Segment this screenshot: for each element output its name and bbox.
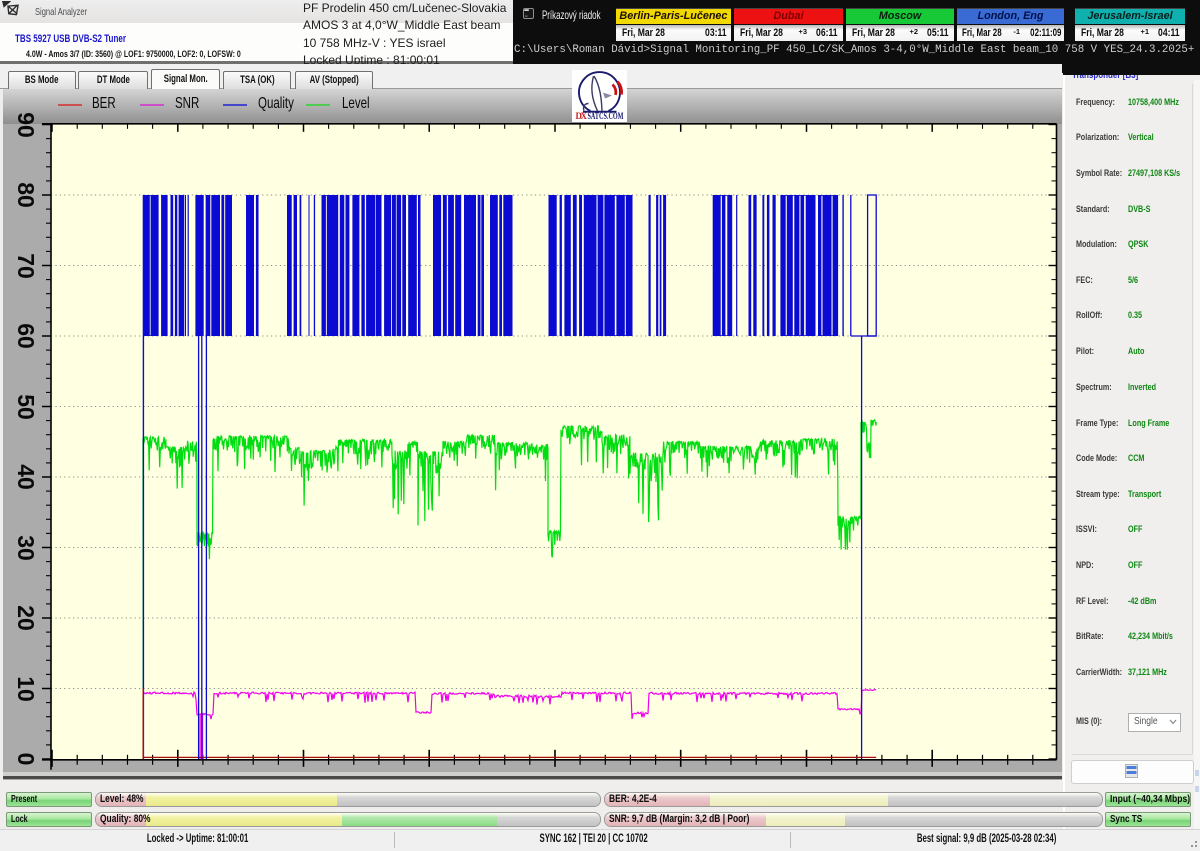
svg-text:DX: DX <box>576 111 588 121</box>
svg-text:SATCS.COM: SATCS.COM <box>588 111 624 121</box>
